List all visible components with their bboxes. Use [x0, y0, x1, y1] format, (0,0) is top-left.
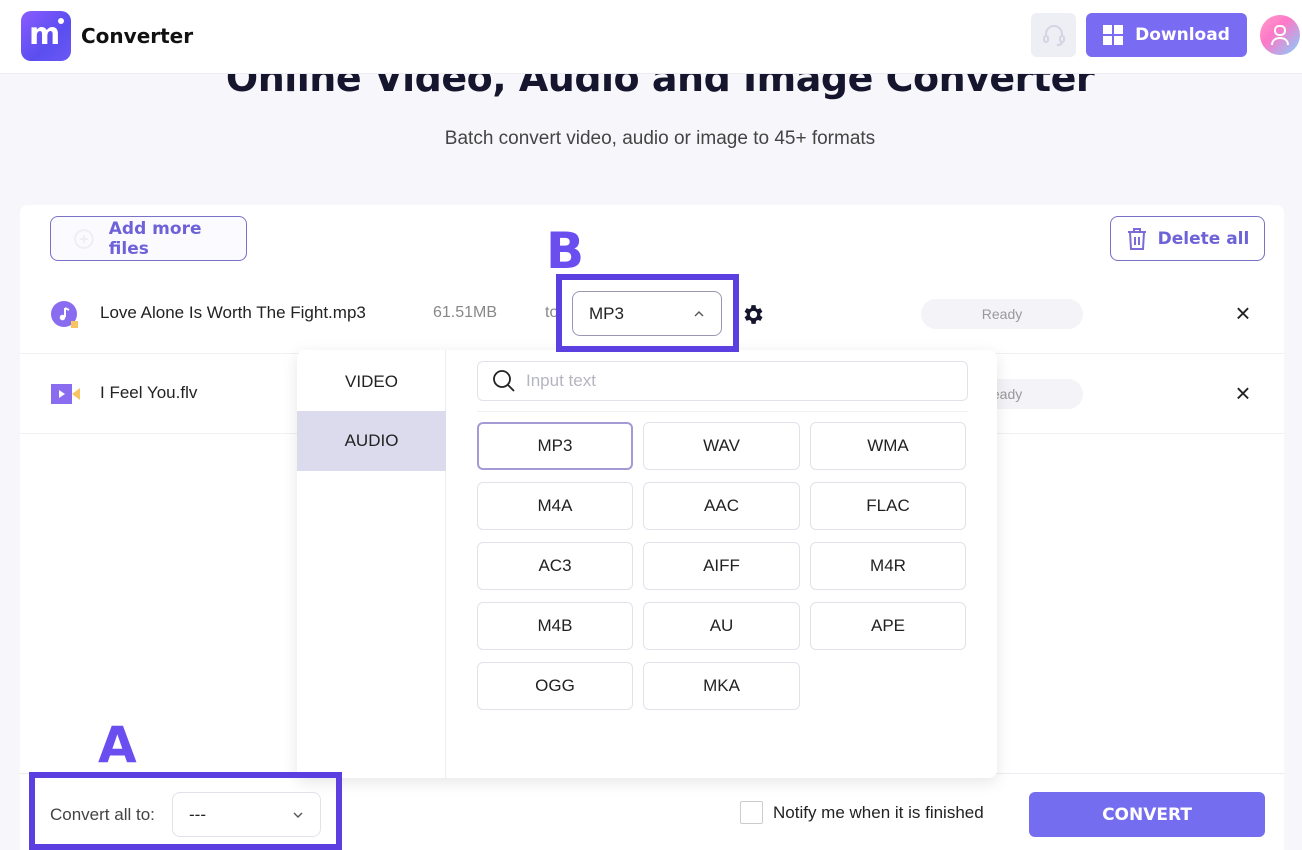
format-option-wma[interactable]: WMA: [810, 422, 966, 470]
brand-name: Converter: [81, 24, 194, 48]
format-option-flac[interactable]: FLAC: [810, 482, 966, 530]
tab-video[interactable]: VIDEO: [297, 352, 446, 412]
format-option-ogg[interactable]: OGG: [477, 662, 633, 710]
page-subtitle: Batch convert video, audio or image to 4…: [444, 128, 876, 149]
video-file-icon: [51, 384, 80, 404]
convert-button[interactable]: CONVERT: [1029, 792, 1265, 837]
format-option-m4b[interactable]: M4B: [477, 602, 633, 650]
remove-file-button[interactable]: ×: [1232, 378, 1254, 408]
windows-icon: [1103, 25, 1124, 45]
settings-gear-icon[interactable]: [740, 302, 765, 327]
notify-label: Notify me when it is finished: [773, 803, 984, 822]
download-button[interactable]: Download: [1086, 13, 1247, 57]
audio-file-icon: [51, 301, 78, 328]
convert-all-value: ---: [189, 804, 206, 824]
download-label: Download: [1135, 25, 1230, 45]
annotation-label-b: B: [546, 222, 585, 280]
delete-all-label: Delete all: [1157, 228, 1250, 249]
format-search-input[interactable]: [526, 371, 926, 391]
annotation-box-b: [556, 274, 739, 352]
upload-icon: [73, 228, 94, 249]
headset-icon: [1042, 25, 1065, 46]
search-icon: [493, 370, 515, 392]
format-option-mka[interactable]: MKA: [643, 662, 800, 710]
tab-audio[interactable]: AUDIO: [297, 411, 446, 471]
user-avatar[interactable]: [1260, 15, 1300, 55]
file-name: I Feel You.flv: [100, 383, 198, 402]
format-option-m4a[interactable]: M4A: [477, 482, 633, 530]
file-size: 61.51MB: [433, 304, 498, 321]
divider: [477, 411, 968, 412]
format-grid: MP3 WAV WMA M4A AAC FLAC AC3 AIFF M4R M4…: [477, 422, 966, 710]
file-name: Love Alone Is Worth The Fight.mp3: [100, 303, 366, 322]
format-option-mp3[interactable]: MP3: [477, 422, 633, 470]
convert-all-label: Convert all to:: [50, 805, 155, 824]
format-option-aiff[interactable]: AIFF: [643, 542, 800, 590]
delete-all-button[interactable]: Delete all: [1110, 216, 1265, 261]
format-option-ape[interactable]: APE: [810, 602, 966, 650]
status-badge: Ready: [921, 299, 1083, 329]
category-tabs: VIDEO AUDIO: [297, 350, 446, 778]
format-option-m4r[interactable]: M4R: [810, 542, 966, 590]
format-option-ac3[interactable]: AC3: [477, 542, 633, 590]
top-bar: m Converter Download: [0, 0, 1302, 74]
trash-icon: [1127, 227, 1146, 250]
format-option-aac[interactable]: AAC: [643, 482, 800, 530]
chevron-down-icon: [293, 812, 303, 818]
add-more-files-button[interactable]: Add more files: [50, 216, 247, 261]
format-search[interactable]: [477, 361, 968, 401]
app-logo[interactable]: m: [21, 11, 71, 61]
add-more-files-label: Add more files: [108, 218, 202, 259]
annotation-label-a: A: [98, 716, 137, 774]
format-option-wav[interactable]: WAV: [643, 422, 800, 470]
user-icon: [1271, 25, 1289, 46]
notify-checkbox[interactable]: [740, 801, 763, 824]
format-option-au[interactable]: AU: [643, 602, 800, 650]
remove-file-button[interactable]: ×: [1232, 298, 1254, 328]
support-button[interactable]: [1031, 13, 1076, 57]
convert-all-select[interactable]: ---: [172, 792, 321, 837]
format-dropdown: VIDEO AUDIO MP3 WAV WMA M4A AAC FLAC AC3…: [297, 350, 997, 778]
